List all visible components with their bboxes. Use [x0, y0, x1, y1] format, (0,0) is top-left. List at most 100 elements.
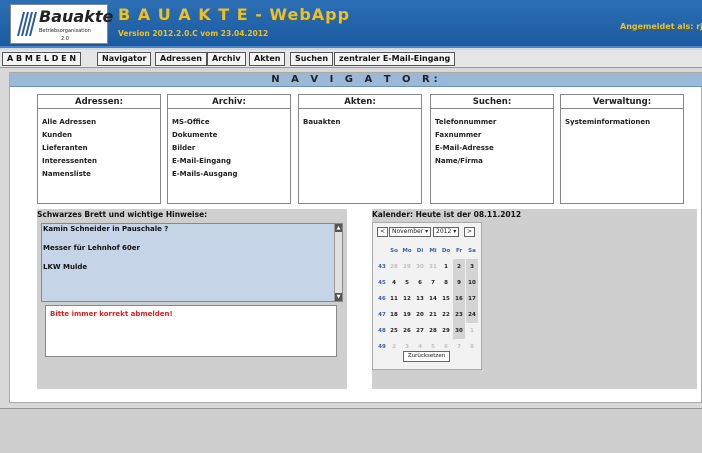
link-bauakten[interactable]: Bauakten [303, 116, 421, 129]
section-title: Verwaltung: [561, 95, 683, 109]
calendar-day[interactable]: 7 [427, 275, 439, 291]
link-namensliste[interactable]: Namensliste [42, 168, 160, 181]
link-lieferanten[interactable]: Lieferanten [42, 142, 160, 155]
link-ms-office[interactable]: MS-Office [172, 116, 290, 129]
calendar-day[interactable]: 9 [453, 275, 465, 291]
link-alle-adressen[interactable]: Alle Adressen [42, 116, 160, 129]
week-number: 43 [378, 264, 386, 270]
archiv-button[interactable]: Archiv [207, 52, 246, 66]
section-adressen: Adressen: Alle Adressen Kunden Lieferant… [37, 94, 161, 204]
calendar-day[interactable]: 5 [401, 275, 413, 291]
calendar-day[interactable]: 25 [388, 323, 400, 339]
link-telefonnummer[interactable]: Telefonnummer [435, 116, 553, 129]
link-bilder[interactable]: Bilder [172, 142, 290, 155]
list-item[interactable]: Kamin Schneider in Pauschale ? [43, 225, 168, 233]
calendar-panel: Kalender: Heute ist der 08.11.2012 < Nov… [372, 209, 697, 389]
calendar-day[interactable]: 10 [466, 275, 478, 291]
app-version: Version 2012.2.0.C vom 23.04.2012 [118, 29, 269, 38]
section-title: Adressen: [38, 95, 160, 109]
calendar-day[interactable]: 30 [453, 323, 465, 339]
calendar-day[interactable]: 3 [466, 259, 478, 275]
calendar-day[interactable]: 18 [388, 307, 400, 323]
calendar-day[interactable]: 1 [466, 323, 478, 339]
navigator-button[interactable]: Navigator [97, 52, 152, 66]
list-item[interactable]: Messer für Lehnhof 60er [43, 244, 140, 252]
calendar-day[interactable]: 8 [466, 339, 478, 355]
next-month-button[interactable]: > [464, 227, 476, 237]
calendar-day[interactable]: 27 [414, 323, 426, 339]
link-faxnummer[interactable]: Faxnummer [435, 129, 553, 142]
section-archiv: Archiv: MS-Office Dokumente Bilder E-Mai… [167, 94, 291, 204]
link-emails-ausgang[interactable]: E-Mails-Ausgang [172, 168, 290, 181]
reset-button[interactable]: Zurücksetzen [403, 351, 450, 362]
email-inbox-button[interactable]: zentraler E-Mail-Eingang [334, 52, 456, 66]
calendar-day[interactable]: 1 [440, 259, 452, 275]
scrollbar[interactable]: ▲ ▼ [334, 224, 342, 301]
calendar-title: Kalender: Heute ist der 08.11.2012 [372, 210, 522, 219]
link-interessenten[interactable]: Interessenten [42, 155, 160, 168]
calendar-day[interactable]: 16 [453, 291, 465, 307]
logged-in-user: Angemeldet als: rjent [620, 22, 702, 31]
calendar-day[interactable]: 2 [388, 339, 400, 355]
year-value: 2012 [436, 228, 452, 235]
logo-version: 2.0 [61, 36, 69, 42]
calendar-day[interactable]: 11 [388, 291, 400, 307]
calendar-day[interactable]: 15 [440, 291, 452, 307]
week-number: 47 [378, 312, 386, 318]
week-number: 45 [378, 280, 386, 286]
app-title: B A U A K T E - WebApp [118, 5, 351, 24]
weekday-label: So [390, 248, 398, 254]
scroll-up-icon[interactable]: ▲ [335, 224, 342, 232]
calendar-day[interactable]: 13 [414, 291, 426, 307]
prev-month-button[interactable]: < [377, 227, 389, 237]
logout-button[interactable]: A B M E L D E N [2, 52, 82, 66]
link-email-eingang[interactable]: E-Mail-Eingang [172, 155, 290, 168]
calendar-day[interactable]: 26 [401, 323, 413, 339]
year-select[interactable]: 2012 ▾ [433, 227, 460, 237]
calendar-day[interactable]: 24 [466, 307, 478, 323]
main-panel: N A V I G A T O R: Adressen: Alle Adress… [9, 72, 702, 403]
app-header: Bauakte Betriebsorganisation 2.0 B A U A… [0, 0, 702, 48]
scroll-down-icon[interactable]: ▼ [335, 293, 342, 301]
link-systeminformationen[interactable]: Systeminformationen [565, 116, 683, 129]
calendar-day[interactable]: 6 [414, 275, 426, 291]
weekday-label: Do [441, 248, 451, 254]
link-kunden[interactable]: Kunden [42, 129, 160, 142]
calendar-day[interactable]: 30 [414, 259, 426, 275]
calendar-day[interactable]: 20 [414, 307, 426, 323]
month-select[interactable]: November ▾ [389, 227, 432, 237]
calendar-day[interactable]: 23 [453, 307, 465, 323]
akten-button[interactable]: Akten [249, 52, 286, 66]
link-name-firma[interactable]: Name/Firma [435, 155, 553, 168]
adressen-button[interactable]: Adressen [155, 52, 207, 66]
calendar-day[interactable]: 29 [440, 323, 452, 339]
bulletin-list[interactable]: Kamin Schneider in Pauschale ? Messer fü… [41, 223, 343, 302]
calendar-day[interactable]: 28 [388, 259, 400, 275]
link-dokumente[interactable]: Dokumente [172, 129, 290, 142]
suchen-button[interactable]: Suchen [290, 52, 334, 66]
calendar-day[interactable]: 21 [427, 307, 439, 323]
calendar-day[interactable]: 7 [453, 339, 465, 355]
calendar-day[interactable]: 14 [427, 291, 439, 307]
calendar-day[interactable]: 2 [453, 259, 465, 275]
week-number: 49 [378, 344, 386, 350]
section-title: Suchen: [431, 95, 553, 109]
chevron-down-icon: ▾ [453, 228, 457, 235]
section-akten: Akten: Bauakten [298, 94, 422, 204]
calendar-day[interactable]: 8 [440, 275, 452, 291]
logo-title: Bauakte [39, 7, 114, 26]
calendar-day[interactable]: 22 [440, 307, 452, 323]
calendar-day[interactable]: 17 [466, 291, 478, 307]
calendar-day[interactable]: 19 [401, 307, 413, 323]
calendar-day[interactable]: 29 [401, 259, 413, 275]
calendar-day[interactable]: 31 [427, 259, 439, 275]
calendar-day[interactable]: 4 [388, 275, 400, 291]
link-email-adresse[interactable]: E-Mail-Adresse [435, 142, 553, 155]
calendar: < November ▾ 2012 ▾ > So Mo Di Mi Do Fr … [372, 222, 482, 370]
weekday-label: Mo [402, 248, 412, 254]
calendar-day[interactable]: 28 [427, 323, 439, 339]
list-item[interactable]: LKW Mulde [43, 263, 87, 271]
logo-subtitle: Betriebsorganisation [39, 28, 91, 34]
calendar-day[interactable]: 12 [401, 291, 413, 307]
notice-text: Bitte immer korrekt abmelden! [50, 310, 173, 318]
